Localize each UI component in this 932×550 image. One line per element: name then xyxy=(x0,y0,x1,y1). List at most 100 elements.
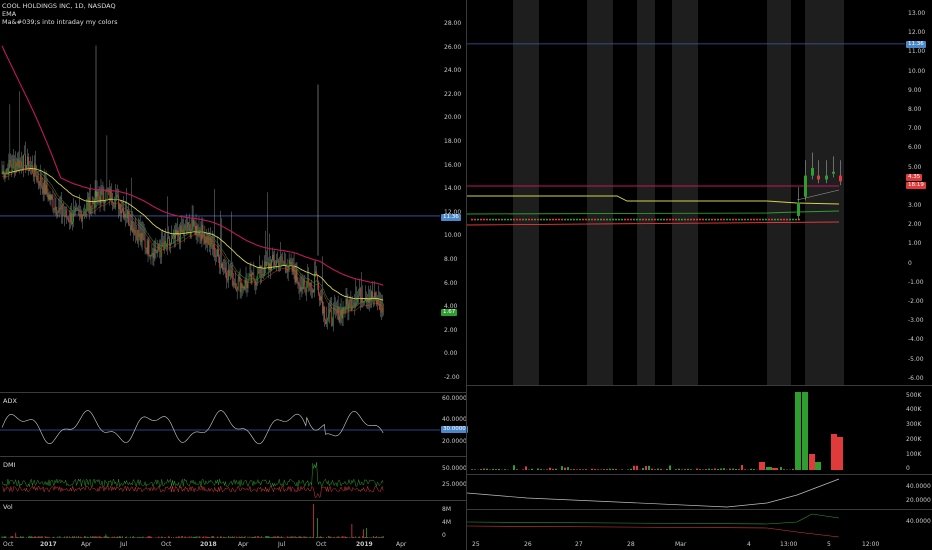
right-time-axis[interactable]: 25 26 27 28 Mar 4 13:00 5 12:00 xyxy=(467,540,905,550)
volume-bar xyxy=(230,537,232,538)
left-price-axis[interactable]: 28.00 26.00 24.00 22.00 20.00 18.00 16.00 14.00… xyxy=(442,0,464,392)
candle-body xyxy=(322,301,323,314)
adx-tag: 30.0000 xyxy=(441,426,468,433)
session-shade xyxy=(513,0,539,385)
candle-body xyxy=(217,249,218,257)
candle-body xyxy=(486,218,488,221)
volume-bar xyxy=(696,468,698,470)
candle-body xyxy=(27,156,28,165)
right-price-pane[interactable] xyxy=(467,0,905,385)
volume-bar xyxy=(40,536,42,538)
candle-body xyxy=(41,185,43,188)
candle-body xyxy=(351,305,353,311)
volume-bar xyxy=(651,468,653,470)
candle-body xyxy=(32,173,34,177)
candle-body xyxy=(260,265,262,277)
candle-body xyxy=(320,296,321,301)
volume-bar xyxy=(311,537,313,538)
volume-bar xyxy=(60,537,62,538)
price-tick-label: -1.00 xyxy=(908,278,924,286)
vol-axis: 8M 4M 0 xyxy=(442,506,451,539)
legend-mas[interactable]: Ma&#039;s into intraday my colors xyxy=(2,18,117,26)
volume-bar xyxy=(120,536,121,538)
candle-body xyxy=(359,287,361,296)
dmi-pane[interactable]: DMI xyxy=(0,457,440,500)
volume-bar xyxy=(375,536,377,538)
vol-pane[interactable]: Vol xyxy=(0,501,440,539)
volume-bar xyxy=(112,536,114,538)
volume-bar xyxy=(382,536,384,538)
right-ind2-axis: 40.0000 xyxy=(906,518,931,525)
candle-body xyxy=(171,238,172,244)
volume-bar xyxy=(336,536,338,538)
right-countdown-tag: 18:19 xyxy=(906,182,926,189)
candle-body xyxy=(714,218,716,221)
volume-bar xyxy=(367,537,368,538)
candle-body xyxy=(148,240,150,256)
right-intraday-chart[interactable] xyxy=(467,0,905,385)
candle-body xyxy=(180,225,182,233)
right-volume-pane[interactable] xyxy=(467,386,905,474)
candle-body xyxy=(271,259,272,271)
candle-body xyxy=(292,265,294,272)
volume-bar xyxy=(159,537,161,538)
candle-body xyxy=(4,174,6,178)
candle-body xyxy=(69,221,71,223)
volume-bar xyxy=(266,536,267,538)
candle-body xyxy=(525,218,527,221)
volume-bar xyxy=(207,536,209,538)
candle-body xyxy=(273,254,274,261)
volume-bar xyxy=(735,468,737,470)
time-tick-label: 2019 xyxy=(356,541,373,548)
candle-body xyxy=(140,233,142,242)
volume-bar xyxy=(99,536,101,538)
candle-body xyxy=(119,204,120,210)
candle-body xyxy=(832,171,835,174)
volume-bar xyxy=(296,537,298,538)
dmi-chart xyxy=(1,462,384,499)
left-price-pane[interactable]: COOL HOLDINGS INC, 1D, NASDAQ EMA Ma&#03… xyxy=(0,0,440,392)
candle-body xyxy=(735,218,737,221)
right-price-axis[interactable]: 13.00 12.00 11.00 10.00 9.00 8.00 7.00 6.00 5.00… xyxy=(906,0,932,385)
volume-bar xyxy=(307,537,309,538)
candle-body xyxy=(336,310,338,314)
volume-bar xyxy=(221,536,222,538)
candle-body xyxy=(338,306,340,322)
volume-bar xyxy=(220,536,221,538)
volume-bar xyxy=(379,537,381,538)
candle-body xyxy=(316,271,317,275)
volume-bar xyxy=(12,536,14,538)
price-tick-label: 6.00 xyxy=(444,279,458,287)
candle-body xyxy=(357,296,359,298)
legend-ema[interactable]: EMA xyxy=(2,10,117,18)
adx-pane[interactable]: ADX xyxy=(0,393,440,456)
candle-body xyxy=(25,154,26,171)
volume-bar xyxy=(217,536,218,538)
symbol-title[interactable]: COOL HOLDINGS INC, 1D, NASDAQ xyxy=(2,2,117,10)
volume-bar xyxy=(52,536,54,538)
time-tick-label: 26 xyxy=(524,541,532,548)
left-price-chart[interactable] xyxy=(0,0,440,392)
candle-body xyxy=(129,224,130,226)
volume-bar xyxy=(177,537,178,538)
volume-bar xyxy=(87,537,89,538)
left-time-axis[interactable]: Oct 2017 Apr Jul Oct 2018 Apr Jul Oct 2019 Apr xyxy=(0,540,440,550)
price-tick-label: -2.00 xyxy=(908,298,924,305)
candle-body xyxy=(6,168,8,171)
price-tick-label: -4.00 xyxy=(908,336,924,344)
volume-bar xyxy=(630,468,632,470)
price-tick-label: 5.00 xyxy=(908,163,922,171)
candle-body xyxy=(172,236,173,239)
candle-body xyxy=(205,238,207,244)
volume-bar xyxy=(147,536,149,538)
candle-body xyxy=(132,228,134,233)
candle-body xyxy=(759,218,761,221)
candle-body xyxy=(212,244,214,250)
candle-body xyxy=(534,218,536,221)
candle-body xyxy=(311,288,313,293)
volume-bar xyxy=(815,462,821,470)
right-indicator2-pane[interactable] xyxy=(467,510,905,539)
volume-bar xyxy=(23,536,24,538)
candle-body xyxy=(330,310,332,324)
right-indicator1-pane[interactable] xyxy=(467,475,905,509)
